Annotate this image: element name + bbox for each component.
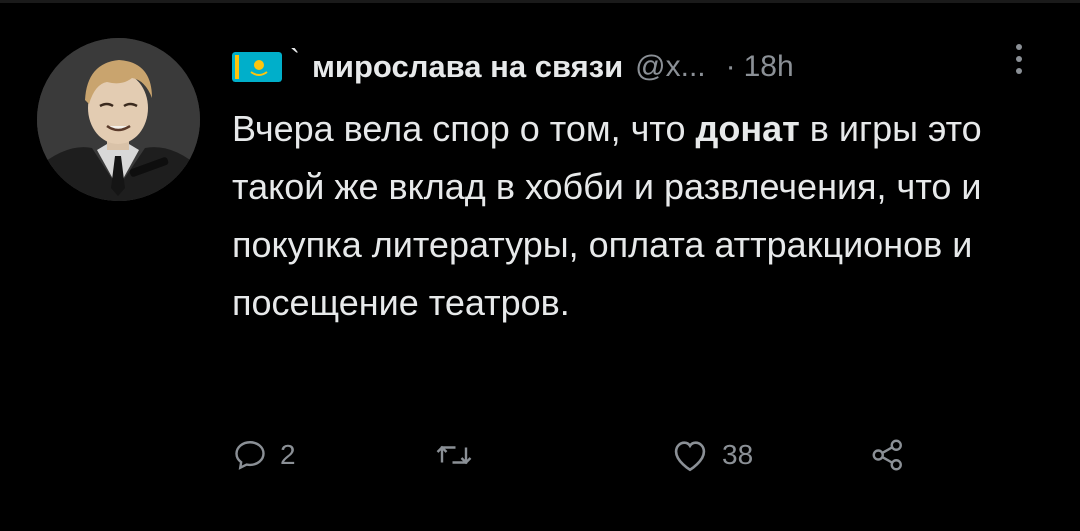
share-icon — [872, 439, 902, 471]
timestamp[interactable]: 18h — [744, 50, 794, 84]
display-name[interactable]: мирослава на связи — [312, 49, 623, 85]
tweet-header: ` мирослава на связи @x... · 18h — [232, 44, 794, 87]
share-button[interactable] — [868, 430, 908, 480]
separator-dot: · — [725, 50, 736, 83]
action-bar: 2 38 — [232, 430, 932, 480]
tweet-text: Вчера вела спор о том, что донат в игры … — [232, 100, 1022, 332]
like-button[interactable]: 38 — [670, 430, 753, 480]
reply-count: 2 — [280, 439, 296, 470]
retweet-icon — [436, 445, 472, 465]
avatar-illustration — [37, 38, 200, 201]
tweet-text-part: Вчера вела спор о том, что — [232, 108, 696, 149]
like-icon — [674, 441, 706, 472]
kazakhstan-flag-icon — [232, 52, 282, 82]
like-count: 38 — [722, 439, 754, 470]
tweet[interactable]: ` мирослава на связи @x... · 18h Вчера в… — [0, 0, 1080, 531]
reply-button[interactable]: 2 — [232, 430, 296, 480]
retweet-button[interactable] — [434, 430, 486, 480]
more-options-icon[interactable] — [1013, 44, 1025, 80]
reply-icon — [235, 441, 265, 470]
name-suffix: ` — [290, 44, 300, 77]
tweet-text-bold: донат — [695, 108, 800, 149]
avatar[interactable] — [37, 38, 200, 201]
user-handle[interactable]: @x... — [635, 50, 705, 84]
